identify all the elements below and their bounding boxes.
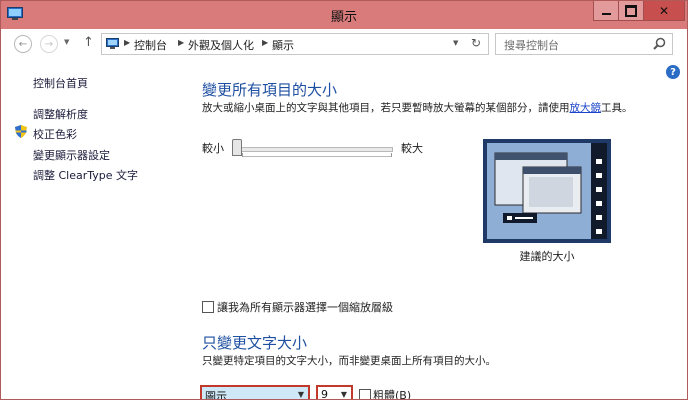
slider-min-label: 較小 [202, 142, 224, 155]
sidebar-item-calibrate-color[interactable]: 校正色彩 [33, 126, 77, 142]
back-button[interactable]: ← [14, 35, 32, 53]
bold-checkbox[interactable] [359, 389, 371, 399]
chevron-down-icon: ▼ [64, 38, 70, 46]
breadcrumb-separator-icon: ▶ [178, 38, 185, 47]
section-description-size: 放大或縮小桌面上的文字與其他項目，若只要暫時放大螢幕的某個部分，請使用放大鏡工具… [202, 100, 633, 115]
window-title: 顯示 [330, 10, 357, 25]
slider-max-label: 較大 [401, 142, 423, 155]
breadcrumb-separator-icon: ▶ [124, 38, 131, 47]
help-icon[interactable]: ? [666, 65, 680, 79]
per-monitor-scaling-label[interactable]: 讓我為所有顯示器選擇一個縮放層級 [217, 299, 393, 315]
section-heading-size: 變更所有項目的大小 [202, 81, 338, 99]
search-placeholder: 搜尋控制台 [504, 39, 559, 52]
up-button[interactable]: ↑ [83, 35, 94, 50]
sidebar-item-control-panel-home[interactable]: 控制台首頁 [33, 75, 88, 91]
section-description-text-size: 只變更特定項目的文字大小，而非變更桌面上所有項目的大小。 [202, 355, 496, 367]
close-icon: ✕ [658, 3, 670, 18]
size-slider-thumb[interactable] [232, 139, 242, 156]
font-size-select-value: 9 [321, 388, 328, 400]
minimize-icon [601, 12, 611, 15]
arrow-left-icon: ← [18, 38, 28, 50]
search-icon[interactable] [653, 37, 666, 50]
search-input[interactable]: 搜尋控制台 [495, 33, 673, 55]
title-bar: 顯示 ✕ [1, 1, 687, 29]
breadcrumb-appearance[interactable]: 外觀及個人化 [188, 37, 254, 53]
magnifier-link[interactable]: 放大鏡 [570, 102, 602, 114]
arrow-right-icon: → [44, 38, 54, 50]
refresh-button[interactable]: ↻ [471, 36, 481, 50]
chevron-down-icon: ▼ [453, 39, 459, 47]
address-dropdown-button[interactable]: ▼ [453, 39, 458, 47]
breadcrumb-control-panel[interactable]: 控制台 [134, 37, 167, 53]
refresh-icon: ↻ [471, 36, 482, 50]
preview-caption: 建議的大小 [519, 250, 575, 263]
slider-tick [391, 153, 392, 157]
minimize-button[interactable] [593, 1, 619, 21]
chevron-down-icon: ▼ [297, 390, 304, 399]
display-window: 顯示 ✕ ← → ▼ ↑ ▶ 控制台 ▶ 外觀及個人化 ▶ 顯示 ▼ ↻ 搜尋控… [0, 0, 688, 400]
chevron-down-icon: ▼ [340, 390, 347, 399]
description-text: 放大或縮小桌面上的文字與其他項目，若只要暫時放大螢幕的某個部分，請使用 [202, 102, 570, 114]
size-slider-track[interactable] [235, 147, 393, 152]
forward-button[interactable]: → [40, 35, 58, 53]
arrow-up-icon: ↑ [83, 35, 94, 50]
sidebar-item-adjust-cleartype[interactable]: 調整 ClearType 文字 [33, 167, 138, 183]
size-preview-image [483, 139, 611, 243]
control-panel-icon [106, 38, 119, 49]
slider-ticks [242, 156, 392, 157]
shield-icon [15, 125, 27, 138]
breadcrumb-separator-icon: ▶ [262, 38, 269, 47]
slider-tick [242, 153, 243, 157]
text-item-select-value: 圖示 [205, 390, 227, 400]
text-item-select[interactable]: 圖示 ▼ [200, 385, 310, 400]
navigation-bar: ← → ▼ ↑ ▶ 控制台 ▶ 外觀及個人化 ▶ 顯示 ▼ ↻ 搜尋控制台 [1, 29, 687, 59]
address-bar[interactable]: ▶ 控制台 ▶ 外觀及個人化 ▶ 顯示 [101, 33, 489, 55]
maximize-icon [625, 4, 637, 17]
per-monitor-scaling-checkbox[interactable] [202, 301, 214, 313]
font-size-select[interactable]: 9 ▼ [316, 385, 353, 400]
close-button[interactable]: ✕ [643, 1, 685, 21]
sidebar-item-change-display-settings[interactable]: 變更顯示器設定 [33, 147, 110, 163]
recent-locations-button[interactable]: ▼ [64, 38, 69, 46]
breadcrumb-display[interactable]: 顯示 [272, 37, 294, 53]
section-heading-text-size: 只變更文字大小 [202, 334, 308, 352]
description-text-end: 工具。 [601, 102, 633, 114]
sidebar-item-adjust-resolution[interactable]: 調整解析度 [33, 106, 88, 122]
bold-label[interactable]: 粗體(B) [373, 387, 411, 399]
maximize-button[interactable] [618, 1, 644, 21]
